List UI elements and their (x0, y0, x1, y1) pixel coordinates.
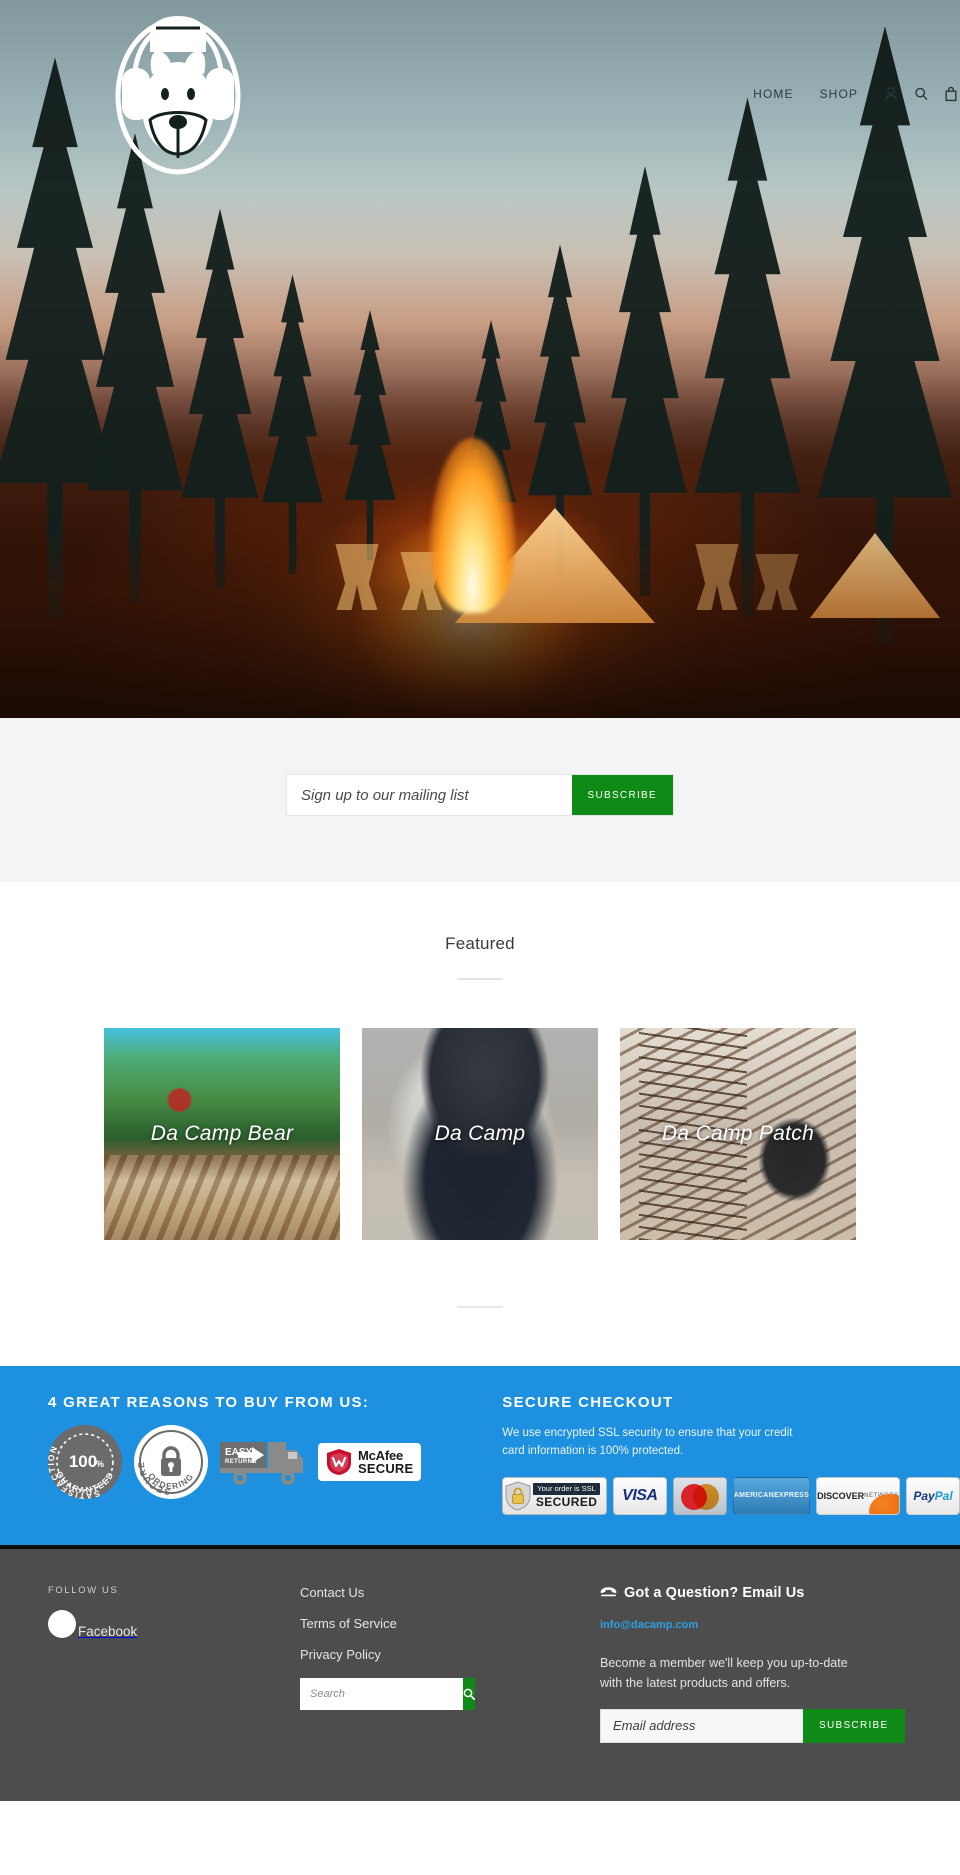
satisfaction-guaranteed-seal: SATISFACTION GUARANTEED 100 % (48, 1425, 122, 1499)
user-account-icon[interactable] (884, 86, 898, 102)
social-link-facebook[interactable]: Facebook (48, 1610, 300, 1639)
featured-card-label: Da Camp (434, 1122, 526, 1145)
page-root: HOME SHOP SUBSCRIBE Featured (0, 0, 960, 1801)
footer-search-input[interactable] (300, 1677, 463, 1710)
search-icon (463, 1688, 475, 1700)
mcafee-secure-badge: McAfee SECURE (318, 1443, 422, 1481)
discover-line-2: NETWORK (864, 1492, 899, 1499)
ssl-text: Your order is SSL SECURED (533, 1482, 600, 1509)
amex-logo: AMERICAN EXPRESS (732, 1476, 811, 1515)
follow-us-heading: FOLLOW US (48, 1584, 119, 1596)
footer-follow-column: FOLLOW US Facebook (0, 1585, 300, 1743)
ssl-secured-badge: Your order is SSL SECURED (502, 1476, 607, 1515)
mcafee-label: McAfee SECURE (358, 1447, 414, 1476)
footer-links-column: Contact Us Terms of Service Privacy Poli… (300, 1585, 600, 1743)
footer-subscribe-button[interactable]: SUBSCRIBE (803, 1708, 905, 1743)
payment-badge-row: Your order is SSL SECURED VISA AMERICAN … (502, 1476, 960, 1515)
newsletter-section: SUBSCRIBE (0, 718, 960, 882)
mcafee-shield-icon (327, 1449, 351, 1475)
paypal-pay: Pay (913, 1488, 935, 1503)
discover-line-1: DISCOVER (817, 1490, 865, 1501)
facebook-icon (48, 1610, 76, 1639)
heading-divider (457, 978, 503, 980)
secure-ordering-seal: SECURE ORDERING (134, 1425, 208, 1499)
secure-checkout-heading: SECURE CHECKOUT (502, 1394, 674, 1411)
featured-heading: Featured (445, 934, 515, 953)
visa-logo: VISA (612, 1476, 667, 1515)
footer-subscribe-form[interactable]: SUBSCRIBE (600, 1708, 905, 1743)
paypal-logo: Pay Pal (906, 1476, 960, 1515)
amex-line-1: AMERICAN (733, 1491, 774, 1499)
featured-card-label: Da Camp Bear (150, 1122, 294, 1145)
section-divider (457, 1306, 503, 1308)
site-logo[interactable] (108, 8, 248, 178)
search-icon[interactable] (914, 86, 928, 102)
reasons-column: 4 GREAT REASONS TO BUY FROM US: SATISFAC… (0, 1394, 488, 1515)
newsletter-subscribe-button[interactable]: SUBSCRIBE (571, 775, 673, 815)
footer-link-terms-of-service[interactable]: Terms of Service (300, 1616, 600, 1631)
ssl-bottom-text: SECURED (535, 1494, 598, 1509)
reasons-heading: 4 GREAT REASONS TO BUY FROM US: (48, 1394, 370, 1411)
footer-search-button[interactable] (463, 1677, 475, 1710)
mcafee-line-2: SECURE (358, 1461, 414, 1476)
contact-heading: Got a Question? Email Us (624, 1584, 805, 1601)
secure-checkout-text: We use encrypted SSL security to ensure … (502, 1427, 793, 1457)
site-footer: FOLLOW US Facebook Contact Us Terms of S… (0, 1548, 960, 1801)
padlock-shield-icon (505, 1481, 531, 1511)
nav-item-home[interactable]: HOME (753, 87, 793, 101)
contact-email-link[interactable]: info@dacamp.com (600, 1619, 698, 1631)
featured-card[interactable]: Da Camp Bear (104, 1028, 340, 1240)
trust-badge-row: SATISFACTION GUARANTEED 100 % (48, 1425, 488, 1499)
footer-contact-column: Got a Question? Email Us info@dacamp.com… (600, 1585, 960, 1743)
footer-email-input[interactable] (600, 1708, 803, 1743)
newsletter-blurb: Become a member we'll keep you up-to-dat… (600, 1655, 848, 1690)
mcafee-line-1: McAfee (358, 1447, 404, 1463)
svg-text:%: % (96, 1459, 104, 1469)
telephone-icon (600, 1587, 617, 1597)
hero-banner: HOME SHOP (0, 0, 960, 718)
amex-line-2: EXPRESS (773, 1491, 810, 1499)
footer-link-privacy-policy[interactable]: Privacy Policy (300, 1647, 600, 1662)
bear-headphones-icon (115, 16, 241, 175)
main-navigation[interactable]: HOME SHOP (753, 86, 960, 102)
footer-search-form[interactable] (300, 1677, 475, 1710)
paypal-pal: Pal (934, 1488, 953, 1503)
newsletter-form[interactable]: SUBSCRIBE (286, 774, 674, 816)
contact-heading-row: Got a Question? Email Us (600, 1585, 932, 1601)
trust-section: 4 GREAT REASONS TO BUY FROM US: SATISFAC… (0, 1366, 960, 1549)
svg-text:100: 100 (69, 1452, 97, 1471)
mastercard-logo (672, 1476, 727, 1515)
featured-section: Featured Da Camp Bear Da Camp Da Camp Pa… (0, 882, 960, 1308)
cart-icon[interactable] (944, 86, 958, 102)
discover-logo: DISCOVER NETWORK (816, 1476, 900, 1515)
ssl-top-text: Your order is SSL (533, 1482, 600, 1495)
nav-icon-group (884, 86, 958, 102)
easy-returns-truck: EASY RETURNS (220, 1434, 306, 1490)
secure-checkout-column: SECURE CHECKOUT We use encrypted SSL sec… (488, 1394, 960, 1515)
footer-link-contact-us[interactable]: Contact Us (300, 1585, 600, 1600)
nav-item-shop[interactable]: SHOP (820, 87, 858, 101)
featured-card[interactable]: Da Camp (362, 1028, 598, 1240)
featured-card-grid: Da Camp Bear Da Camp Da Camp Patch (0, 1028, 960, 1240)
newsletter-email-input[interactable] (287, 775, 572, 815)
facebook-label: Facebook (78, 1623, 138, 1639)
featured-card-label: Da Camp Patch (661, 1122, 815, 1145)
featured-card[interactable]: Da Camp Patch (620, 1028, 856, 1240)
